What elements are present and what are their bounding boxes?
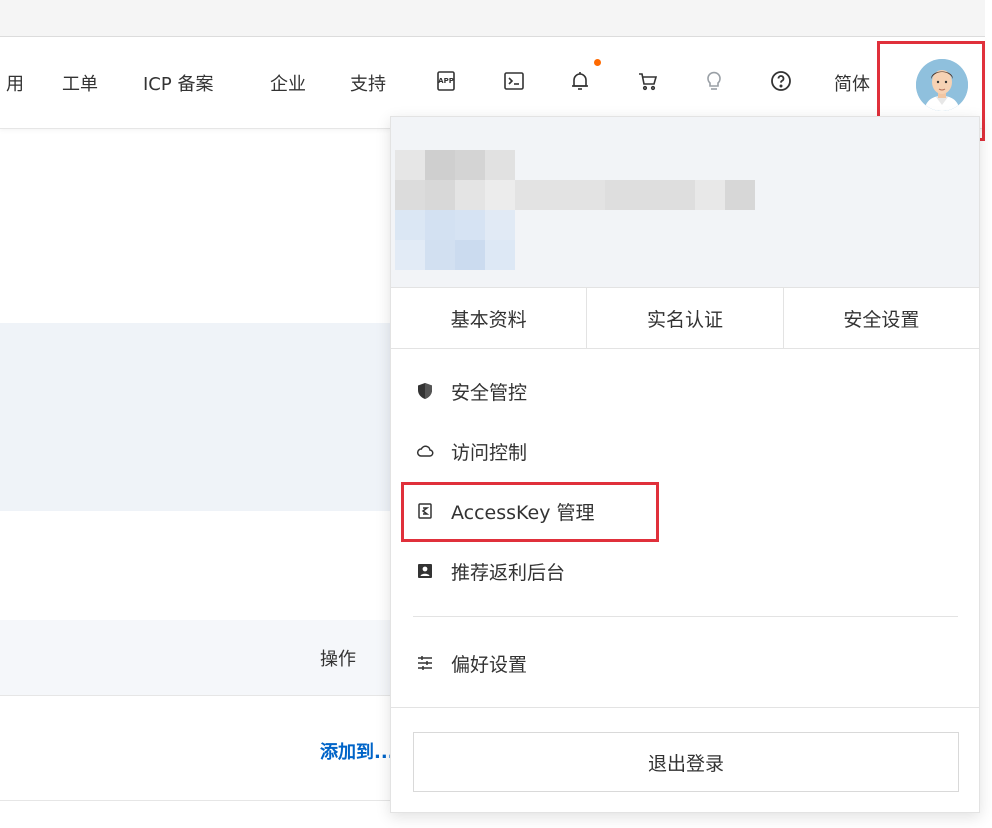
tab-real-name-auth[interactable]: 实名认证 — [587, 288, 784, 348]
menu-divider — [413, 616, 958, 617]
menu-item-security-control[interactable]: 安全管控 — [413, 371, 527, 411]
menu-item-access-control[interactable]: 访问控制 — [413, 431, 527, 471]
bell-icon[interactable] — [567, 64, 593, 98]
profile-tabs: 基本资料 实名认证 安全设置 — [391, 287, 979, 349]
nav-item-tickets[interactable]: 工单 — [62, 70, 98, 96]
language-switch[interactable]: 简体 — [834, 70, 876, 96]
profile-section — [391, 117, 979, 287]
shield-icon — [413, 379, 437, 403]
tab-basic-info[interactable]: 基本资料 — [391, 288, 588, 348]
nav-item-icp[interactable]: ICP 备案 — [143, 70, 213, 96]
add-to-link[interactable]: 添加到... — [320, 738, 390, 764]
menu-item-preferences[interactable]: 偏好设置 — [413, 643, 527, 683]
sliders-icon — [413, 651, 437, 675]
logout-button[interactable]: 退出登录 — [413, 732, 959, 792]
cart-icon[interactable] — [635, 64, 661, 98]
menu-item-referral[interactable]: 推荐返利后台 — [413, 551, 565, 591]
logout-divider — [391, 707, 979, 708]
terminal-icon[interactable] — [501, 64, 527, 98]
menu-item-label: 安全管控 — [451, 381, 528, 404]
account-dropdown: 基本资料 实名认证 安全设置 安全管控 访问控制 AccessKey 管理 推荐… — [390, 116, 980, 813]
help-circle-icon[interactable] — [768, 64, 794, 98]
background-banner — [0, 323, 390, 511]
app-icon[interactable]: APP — [433, 64, 459, 98]
accesskey-highlight-box — [401, 482, 659, 542]
menu-item-label: 访问控制 — [451, 441, 528, 464]
nav-item-support[interactable]: 支持 — [350, 70, 386, 96]
table-row-divider — [0, 800, 390, 801]
menu-item-label: 推荐返利后台 — [451, 561, 566, 584]
tab-security-settings[interactable]: 安全设置 — [784, 288, 979, 348]
notification-dot — [594, 59, 601, 66]
lightbulb-icon[interactable] — [701, 64, 727, 98]
cloud-icon — [413, 439, 437, 463]
svg-text:APP: APP — [438, 77, 454, 85]
nav-item-enterprise[interactable]: 企业 — [270, 70, 306, 96]
table-header-actions: 操作 — [320, 649, 356, 670]
portrait-icon — [413, 559, 437, 583]
menu-item-label: 偏好设置 — [451, 653, 528, 676]
browser-top-strip — [0, 0, 985, 37]
nav-item-partial[interactable]: 用 — [6, 70, 24, 96]
